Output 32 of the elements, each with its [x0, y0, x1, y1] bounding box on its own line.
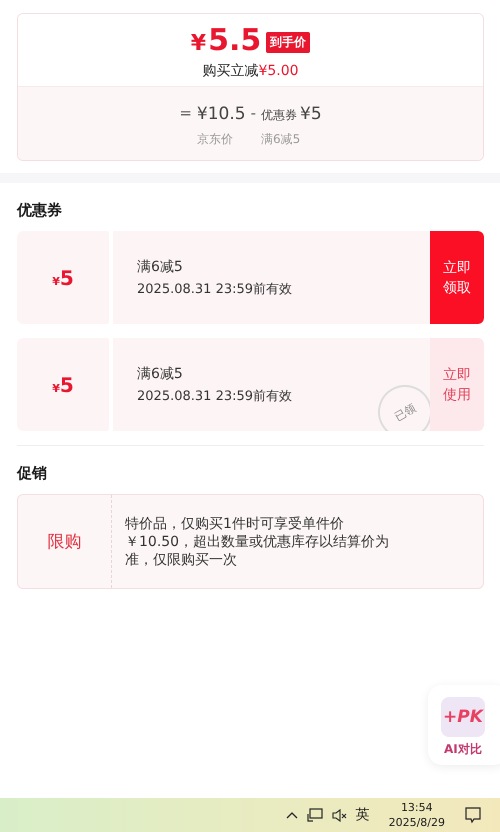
promotion-text: 特价品，仅购买1件时可享受单件价￥10.50，超出数量或优惠库存以结算价为准，仅限购买一次	[125, 514, 390, 568]
network-icon[interactable]	[306, 808, 323, 822]
section-title: 促销	[17, 463, 48, 484]
amount: ¥5	[300, 104, 322, 124]
coupon-validity: 2025.08.31 23:59前有效	[137, 388, 294, 404]
chevron-up-icon[interactable]	[286, 811, 298, 819]
notification-icon[interactable]	[464, 806, 482, 824]
coupon-label: 优惠券	[261, 107, 298, 124]
amount-caption: 京东价	[196, 131, 233, 146]
saving-label: 购买立减	[202, 63, 258, 79]
operator: -	[250, 104, 256, 122]
saving-amount: ¥5.00	[258, 63, 299, 79]
claim-coupon-button[interactable]: 立即领取	[430, 231, 484, 324]
coupon-validity: 2025.08.31 23:59前有效	[137, 280, 294, 298]
compare-widget[interactable]: +PK AI对比	[428, 685, 500, 765]
operator: =	[179, 104, 192, 122]
coupon-amount: ¥5	[52, 372, 74, 396]
section-title: 优惠券	[17, 200, 63, 221]
final-price: ¥5.5	[190, 24, 262, 60]
amount: ¥10.5	[196, 104, 246, 124]
coupon-amount: ¥5	[52, 266, 74, 290]
price-tag: 到手价	[266, 32, 310, 53]
promotion-tag: 限购	[48, 530, 82, 553]
amount-caption: 满6减5	[261, 131, 300, 146]
use-coupon-button[interactable]: 立即使用	[430, 338, 484, 431]
coupon-rule: 满6减5	[137, 364, 184, 382]
volume-muted-icon[interactable]	[332, 808, 347, 822]
clock[interactable]: 13:54 2025/8/29	[388, 800, 445, 830]
compare-label: AI对比	[443, 741, 482, 758]
coupon-rule: 满6减5	[137, 258, 184, 276]
compare-logo: +PK	[441, 697, 485, 737]
input-method-indicator[interactable]: 英	[356, 806, 370, 824]
